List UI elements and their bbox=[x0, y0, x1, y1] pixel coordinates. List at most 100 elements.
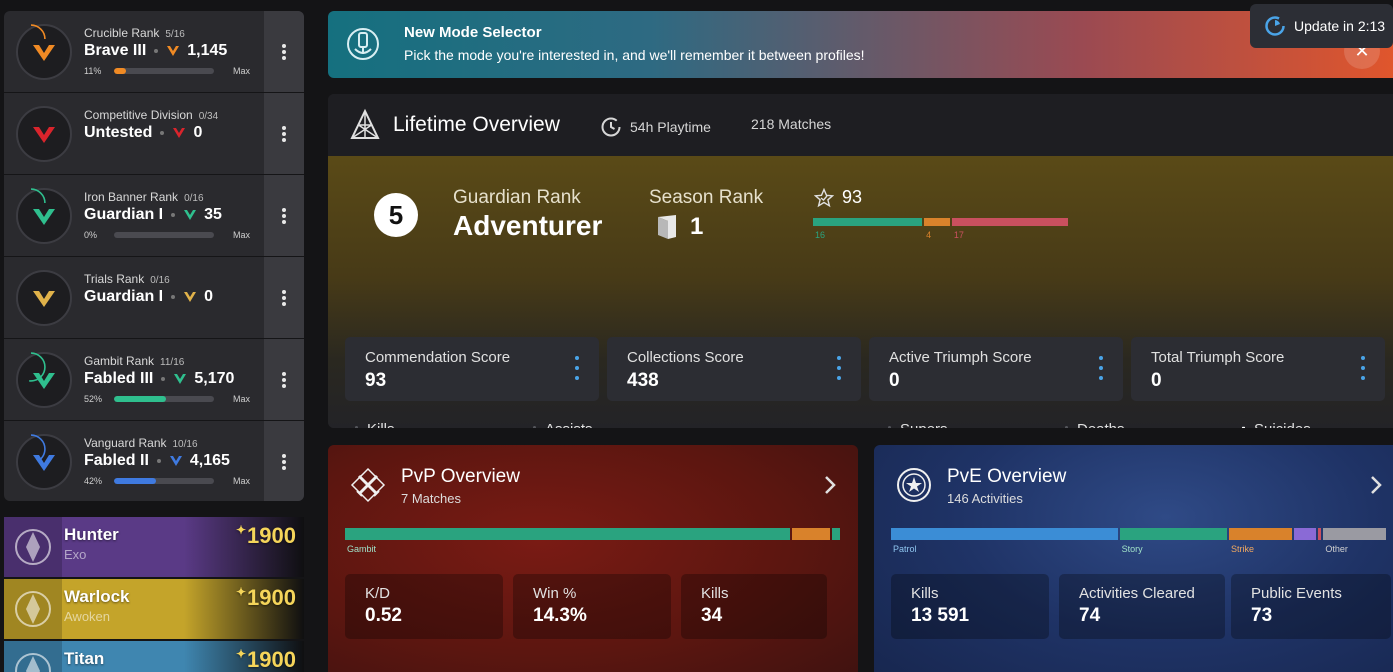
rank-summary[interactable]: Gambit Rank 11/16 Fabled III 5,170 52% Max bbox=[4, 339, 264, 420]
rank-title: Vanguard Rank 10/16 bbox=[84, 436, 198, 450]
character-card[interactable]: Titan ✦1900 bbox=[4, 641, 304, 672]
rank-row[interactable]: Trials Rank 0/16 Guardian I 0 bbox=[4, 257, 304, 339]
rank-summary[interactable]: Iron Banner Rank 0/16 Guardian I 35 0% Max bbox=[4, 175, 264, 256]
lifetime-header: Lifetime Overview 54h Playtime 218 Match… bbox=[328, 94, 1393, 156]
pve-subtitle: 146 Activities bbox=[947, 491, 1023, 506]
rank-row[interactable]: Crucible Rank 5/16 Brave III 1,145 11% Max bbox=[4, 11, 304, 93]
lifetime-stat: Deaths757Bottom 35% bbox=[1065, 421, 1225, 428]
overview-stat-value: 14.3% bbox=[533, 605, 587, 626]
score-card[interactable]: Total Triumph Score 0 bbox=[1131, 337, 1385, 401]
kebab-menu-icon bbox=[282, 454, 286, 470]
kebab-menu-icon[interactable] bbox=[837, 356, 841, 380]
score-card[interactable]: Active Triumph Score 0 bbox=[869, 337, 1123, 401]
rank-step-progress: 0/16 bbox=[150, 275, 170, 286]
matches-count: 218 Matches bbox=[751, 116, 832, 132]
rank-row[interactable]: Iron Banner Rank 0/16 Guardian I 35 0% Max bbox=[4, 175, 304, 257]
update-timer[interactable]: Update in 2:13 bbox=[1250, 4, 1393, 48]
rank-menu-button[interactable] bbox=[264, 421, 304, 501]
rank-title-label: Crucible Rank bbox=[84, 26, 160, 40]
rank-percent: 42% bbox=[84, 476, 103, 486]
character-light-value: 1900 bbox=[247, 647, 296, 672]
guardian-rank-name: Adventurer bbox=[453, 210, 603, 241]
score-card[interactable]: Collections Score 438 bbox=[607, 337, 861, 401]
kebab-menu-icon[interactable] bbox=[575, 356, 579, 380]
kebab-menu-icon bbox=[282, 207, 286, 224]
playtime-label: 54h Playtime bbox=[630, 119, 711, 135]
rank-summary[interactable]: Vanguard Rank 10/16 Fabled II 4,165 42% Max bbox=[4, 421, 264, 501]
commendation-total-value: 93 bbox=[842, 187, 863, 207]
stat-label: Deaths bbox=[1077, 421, 1125, 428]
overview-stat-label: Activities Cleared bbox=[1079, 585, 1195, 602]
stat-percentile-bar bbox=[1065, 426, 1068, 428]
rank-progress-bar bbox=[114, 478, 214, 484]
score-card[interactable]: Commendation Score 93 bbox=[345, 337, 599, 401]
commendation-count: 17 bbox=[953, 230, 964, 240]
lifetime-stat: Suicides251Top 2.1% bbox=[1242, 421, 1393, 428]
pve-mode-bar bbox=[891, 528, 1388, 540]
rank-summary[interactable]: Trials Rank 0/16 Guardian I 0 bbox=[4, 257, 264, 338]
character-light: ✦1900 bbox=[236, 647, 296, 672]
lifetime-stat: Supers584Top 28% bbox=[888, 421, 1048, 428]
rank-menu-button[interactable] bbox=[264, 11, 304, 92]
tower-icon bbox=[350, 108, 380, 139]
character-race: Exo bbox=[64, 547, 87, 562]
mode-segment bbox=[1318, 528, 1322, 540]
stat-label: Supers bbox=[900, 421, 948, 428]
chevron-right-icon[interactable] bbox=[1370, 475, 1382, 495]
rank-row[interactable]: Gambit Rank 11/16 Fabled III 5,170 52% Max bbox=[4, 339, 304, 421]
rank-menu-button[interactable] bbox=[264, 175, 304, 256]
score-label: Collections Score bbox=[627, 349, 744, 366]
score-value: 0 bbox=[1151, 370, 1162, 391]
kebab-menu-icon bbox=[282, 371, 286, 388]
power-icon: ✦ bbox=[235, 585, 247, 599]
rank-progress: 42% Max bbox=[84, 476, 250, 486]
rank-points: 0 bbox=[204, 288, 214, 305]
rank-summary[interactable]: Crucible Rank 5/16 Brave III 1,145 11% Max bbox=[4, 11, 264, 92]
overview-stat-value: 13 591 bbox=[911, 605, 970, 626]
separator-dot bbox=[171, 213, 176, 217]
mode-segment bbox=[1119, 528, 1227, 540]
character-light: ✦1900 bbox=[236, 585, 296, 611]
character-list: Hunter Exo ✦1900 Warlock Awoken ✦1900 Titan ✦19… bbox=[4, 517, 304, 672]
separator-dot bbox=[160, 131, 165, 135]
pve-overview-card[interactable]: PvE Overview 146 Activities Patrol Story S… bbox=[874, 445, 1393, 672]
rank-chevron-icon bbox=[184, 210, 197, 220]
crossed-swords-icon bbox=[350, 467, 386, 503]
kebab-menu-icon[interactable] bbox=[1361, 356, 1365, 380]
mode-selector-banner: New Mode Selector Pick the mode you're i… bbox=[328, 11, 1393, 78]
commendation-segment bbox=[813, 218, 923, 226]
rank-row[interactable]: Competitive Division 0/34 Untested 0 bbox=[4, 93, 304, 175]
stat-percentile-bar bbox=[1242, 426, 1245, 428]
overview-stat-value: 34 bbox=[701, 605, 723, 626]
rank-menu-button[interactable] bbox=[264, 257, 304, 338]
rank-row[interactable]: Vanguard Rank 10/16 Fabled II 4,165 42% Max bbox=[4, 421, 304, 501]
pvp-overview-card[interactable]: PvP Overview 7 Matches Gambit K/D 0.52 Win… bbox=[328, 445, 858, 672]
rank-menu-button[interactable] bbox=[264, 93, 304, 174]
overview-stat-value: 73 bbox=[1251, 605, 1273, 626]
character-card[interactable]: Warlock Awoken ✦1900 bbox=[4, 579, 304, 639]
rank-points: 35 bbox=[204, 206, 222, 223]
stat-percentile-bar bbox=[355, 426, 358, 428]
stat-label: Suicides bbox=[1254, 421, 1311, 428]
score-value: 93 bbox=[365, 370, 387, 391]
crucible-icon bbox=[16, 24, 72, 80]
rank-chevron-icon bbox=[169, 456, 182, 466]
rank-menu-button[interactable] bbox=[264, 339, 304, 420]
overview-stat: Activities Cleared 74 bbox=[1059, 574, 1225, 639]
chevron-right-icon[interactable] bbox=[824, 475, 836, 495]
lifetime-stat: Kills15,785Top 10% bbox=[355, 421, 515, 428]
rank-name: Fabled III bbox=[84, 370, 154, 387]
vanguard-icon bbox=[16, 434, 72, 490]
commendation-count: 16 bbox=[815, 230, 826, 240]
rank-step-progress: 10/16 bbox=[172, 439, 198, 450]
stat-percentile-bar bbox=[533, 426, 536, 428]
overview-stat-label: K/D bbox=[365, 585, 391, 602]
overview-stat-label: Kills bbox=[911, 585, 939, 602]
kebab-menu-icon[interactable] bbox=[1099, 356, 1103, 380]
score-label: Commendation Score bbox=[365, 349, 511, 366]
character-card[interactable]: Hunter Exo ✦1900 bbox=[4, 517, 304, 577]
rank-max-label: Max bbox=[232, 230, 250, 240]
lifetime-overview: Lifetime Overview 54h Playtime 218 Match… bbox=[328, 94, 1393, 428]
rank-summary[interactable]: Competitive Division 0/34 Untested 0 bbox=[4, 93, 264, 174]
rank-progress-fill bbox=[114, 478, 156, 484]
